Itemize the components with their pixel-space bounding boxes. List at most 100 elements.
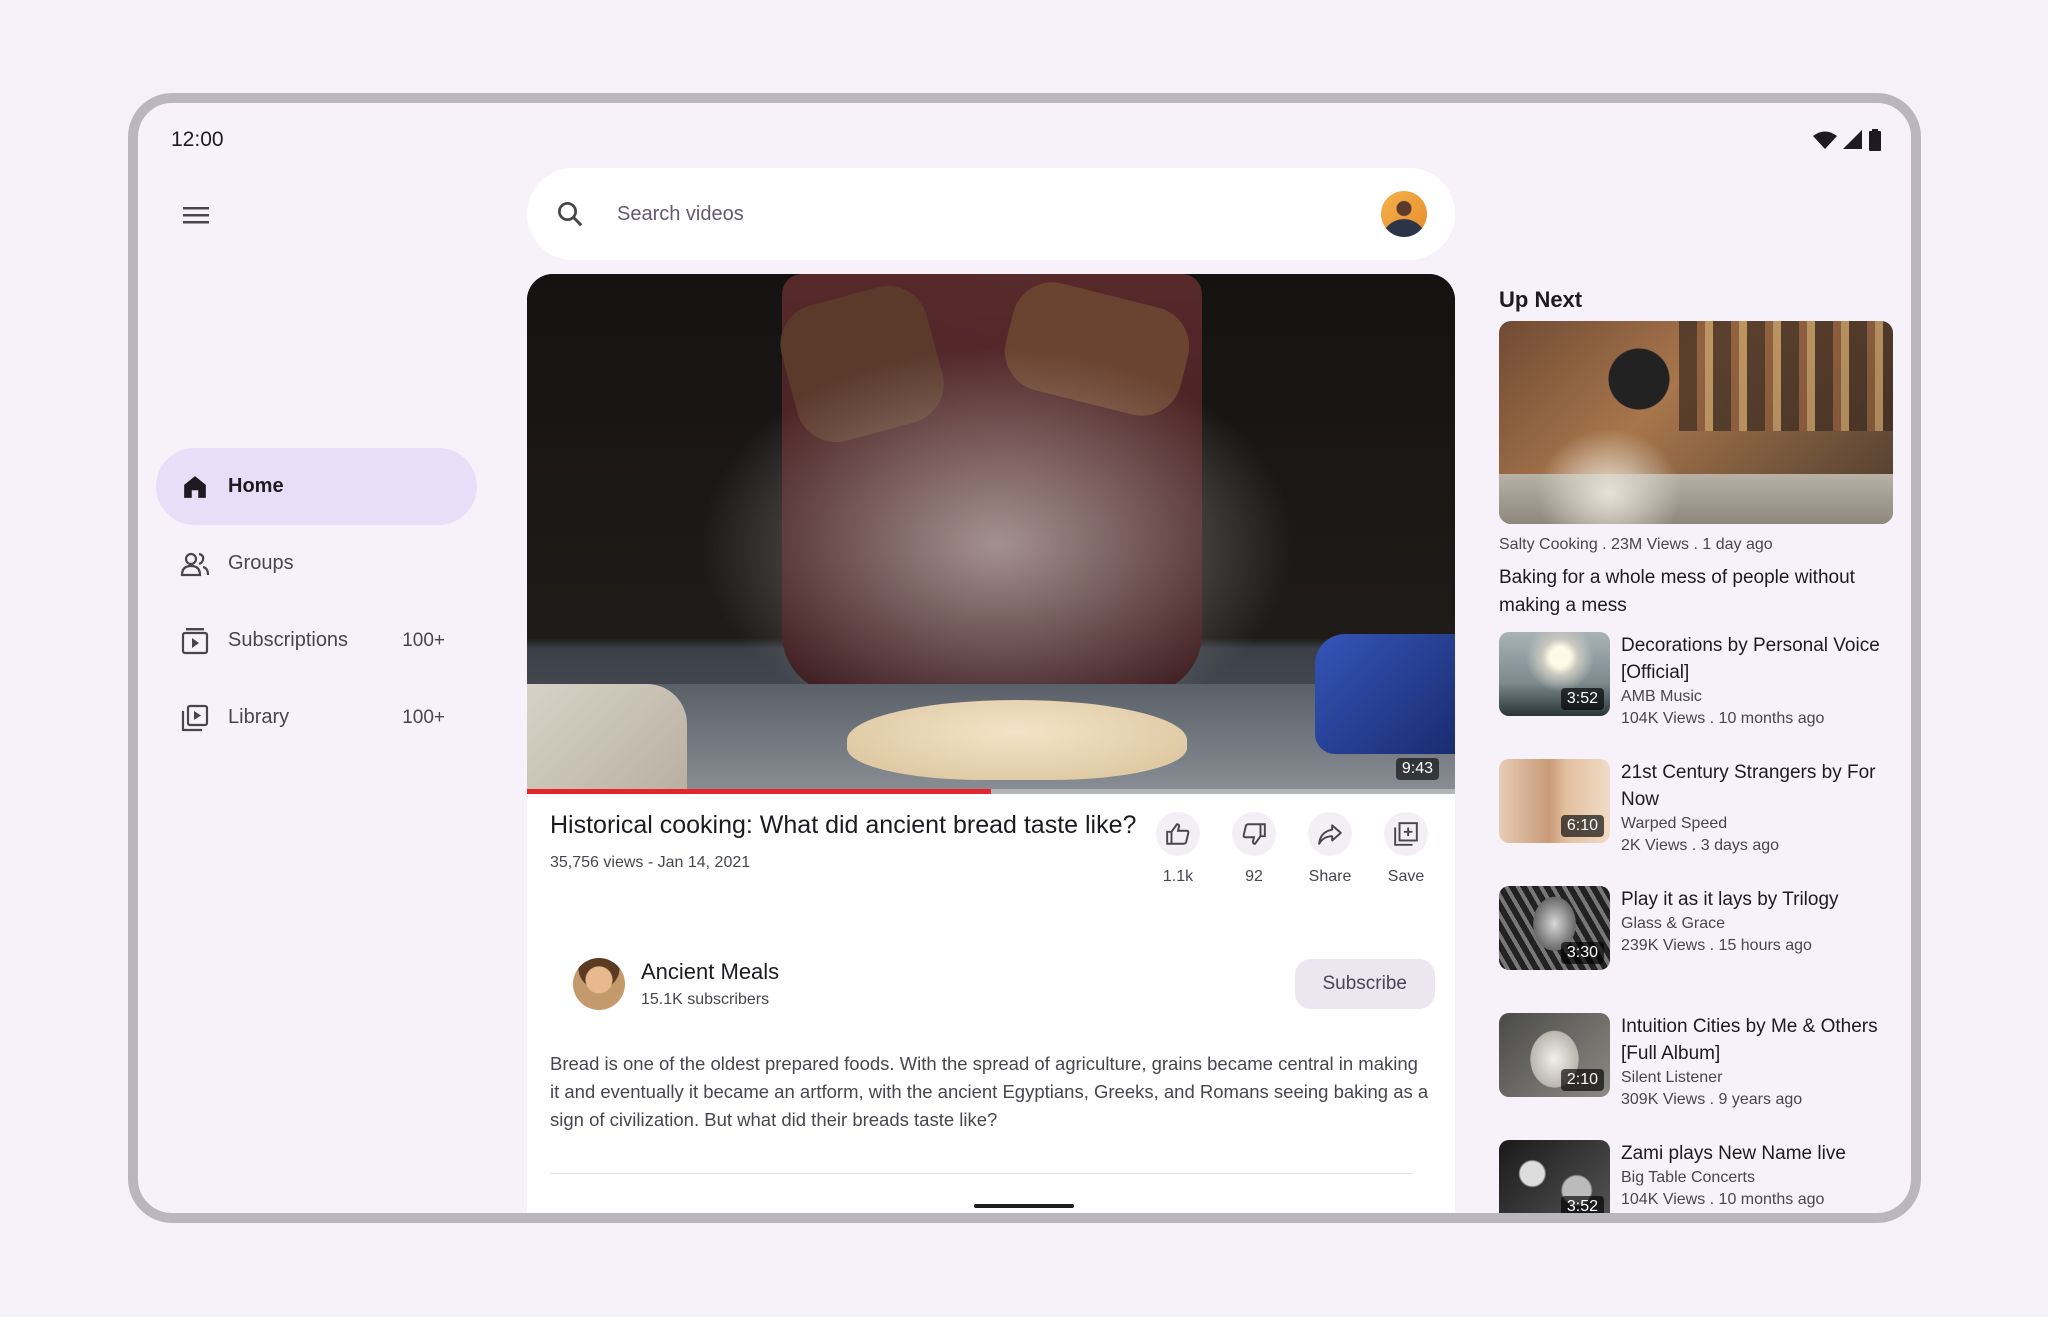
save-label: Save xyxy=(1387,868,1425,885)
nav-badge: 100+ xyxy=(402,706,445,728)
list-item-info: Zami plays New Name live Big Table Conce… xyxy=(1621,1140,1899,1213)
list-item-title: 21st Century Strangers by For Now xyxy=(1621,762,1876,810)
list-item-title: Intuition Cities by Me & Others [Full Al… xyxy=(1621,1016,1878,1064)
list-item-duration: 3:52 xyxy=(1560,688,1604,710)
library-icon xyxy=(180,703,210,733)
video-meta: 35,756 views - Jan 14, 2021 xyxy=(550,854,751,871)
battery-icon xyxy=(1869,129,1881,151)
list-item-info: Intuition Cities by Me & Others [Full Al… xyxy=(1621,1013,1899,1121)
menu-icon xyxy=(183,207,209,224)
list-item-channel: Silent Listener xyxy=(1621,1069,1723,1086)
share-icon xyxy=(1308,812,1352,856)
nav-item-home[interactable]: Home xyxy=(156,448,477,525)
user-avatar[interactable] xyxy=(1381,191,1427,237)
list-item-meta: 2K Views . 3 days ago xyxy=(1621,837,1780,854)
list-item[interactable]: 2:10 Intuition Cities by Me & Others [Fu… xyxy=(1499,1013,1899,1121)
dislike-button[interactable]: 92 xyxy=(1221,812,1287,886)
list-item[interactable]: 3:30 Play it as it lays by Trilogy Glass… xyxy=(1499,886,1899,994)
up-next-list: 3:52 Decorations by Personal Voice [Offi… xyxy=(1499,632,1899,1213)
tablet-frame: 12:00 Home Groups Subscriptions 100+ Lib… xyxy=(128,93,1921,1223)
wifi-icon xyxy=(1813,131,1837,149)
video-player[interactable]: 9:43 xyxy=(527,274,1455,794)
search-bar[interactable] xyxy=(527,168,1455,260)
list-item[interactable]: 6:10 21st Century Strangers by For Now W… xyxy=(1499,759,1899,867)
home-icon xyxy=(180,472,210,502)
video-panel: 9:43 Historical cooking: What did ancien… xyxy=(527,274,1455,1213)
list-item-thumbnail: 3:30 xyxy=(1499,886,1610,970)
home-indicator[interactable] xyxy=(974,1204,1074,1208)
video-info: Historical cooking: What did ancient bre… xyxy=(550,809,1150,872)
featured-meta: Salty Cooking . 23M Views . 1 day ago xyxy=(1499,536,1773,553)
list-item-info: 21st Century Strangers by For Now Warped… xyxy=(1621,759,1899,867)
save-button[interactable]: Save xyxy=(1373,812,1439,886)
list-item-meta: 239K Views . 15 hours ago xyxy=(1621,937,1812,954)
list-item[interactable]: 3:52 Zami plays New Name live Big Table … xyxy=(1499,1140,1899,1213)
list-item-title: Play it as it lays by Trilogy xyxy=(1621,889,1839,910)
list-item-duration: 6:10 xyxy=(1560,815,1604,837)
groups-icon xyxy=(180,549,210,579)
featured-thumbnail[interactable] xyxy=(1499,321,1893,524)
subscriptions-icon xyxy=(180,626,210,656)
list-item-title: Zami plays New Name live xyxy=(1621,1143,1846,1164)
list-item-channel: Glass & Grace xyxy=(1621,915,1726,932)
video-frame-cloth xyxy=(527,684,687,794)
up-next-heading: Up Next xyxy=(1499,287,1583,312)
list-item-meta: 104K Views . 10 months ago xyxy=(1621,1191,1825,1208)
like-count: 1.1k xyxy=(1162,868,1194,885)
list-item-meta: 104K Views . 10 months ago xyxy=(1621,710,1825,727)
nav-label: Home xyxy=(228,475,284,497)
status-bar: 12:00 xyxy=(171,125,1881,155)
video-frame-dough xyxy=(847,700,1187,780)
channel-subscribers: 15.1K subscribers xyxy=(641,991,770,1008)
dislike-count: 92 xyxy=(1245,868,1263,885)
list-item-thumbnail: 6:10 xyxy=(1499,759,1610,843)
video-actions: 1.1k 92 Share Save xyxy=(1145,812,1439,886)
list-item-duration: 3:52 xyxy=(1560,1196,1604,1213)
up-next-panel: Up Next Salty Cooking . 23M Views . 1 da… xyxy=(1499,287,1899,1213)
list-item-thumbnail: 3:52 xyxy=(1499,632,1610,716)
channel-avatar[interactable] xyxy=(573,958,625,1010)
channel-info: Ancient Meals 15.1K subscribers xyxy=(641,959,1295,1009)
list-item-duration: 2:10 xyxy=(1560,1069,1604,1091)
system-icons xyxy=(1813,129,1881,151)
list-item-title: Decorations by Personal Voice [Official] xyxy=(1621,635,1880,683)
subscribe-button[interactable]: Subscribe xyxy=(1294,959,1435,1009)
list-item-thumbnail: 2:10 xyxy=(1499,1013,1610,1097)
nav-badge: 100+ xyxy=(402,629,445,651)
search-icon xyxy=(558,202,583,227)
list-item-info: Decorations by Personal Voice [Official]… xyxy=(1621,632,1899,740)
divider xyxy=(550,1173,1412,1174)
nav-item-library[interactable]: Library 100+ xyxy=(156,679,477,756)
thumbs-down-icon xyxy=(1232,812,1276,856)
featured-title[interactable]: Baking for a whole mess of people withou… xyxy=(1499,564,1899,620)
video-progress-bar[interactable] xyxy=(527,789,1455,794)
channel-row: Ancient Meals 15.1K subscribers Subscrib… xyxy=(573,954,1435,1014)
list-item-channel: Warped Speed xyxy=(1621,815,1728,832)
list-item-channel: Big Table Concerts xyxy=(1621,1169,1755,1186)
nav-item-groups[interactable]: Groups xyxy=(156,525,477,602)
list-item-meta: 309K Views . 9 years ago xyxy=(1621,1091,1803,1108)
list-item-channel: AMB Music xyxy=(1621,688,1702,705)
video-frame-bowl xyxy=(1315,634,1455,754)
nav-label: Subscriptions xyxy=(228,629,349,651)
nav-label: Library xyxy=(228,706,290,728)
search-input[interactable] xyxy=(617,202,1381,226)
status-time: 12:00 xyxy=(171,128,224,151)
featured-thumbnail-person xyxy=(1519,341,1719,524)
video-description: Bread is one of the oldest prepared food… xyxy=(550,1053,1429,1130)
menu-button[interactable] xyxy=(176,195,216,235)
video-progress-fill xyxy=(527,789,991,794)
list-item[interactable]: 3:52 Decorations by Personal Voice [Offi… xyxy=(1499,632,1899,740)
like-button[interactable]: 1.1k xyxy=(1145,812,1211,886)
signal-icon xyxy=(1843,130,1862,149)
list-item-duration: 3:30 xyxy=(1560,942,1604,964)
channel-name[interactable]: Ancient Meals xyxy=(641,959,1295,985)
thumbs-up-icon xyxy=(1156,812,1200,856)
list-item-thumbnail: 3:52 xyxy=(1499,1140,1610,1213)
video-title: Historical cooking: What did ancient bre… xyxy=(550,811,1137,839)
save-icon xyxy=(1384,812,1428,856)
nav-item-subscriptions[interactable]: Subscriptions 100+ xyxy=(156,602,477,679)
share-button[interactable]: Share xyxy=(1297,812,1363,886)
share-label: Share xyxy=(1308,868,1352,885)
nav-label: Groups xyxy=(228,552,294,574)
